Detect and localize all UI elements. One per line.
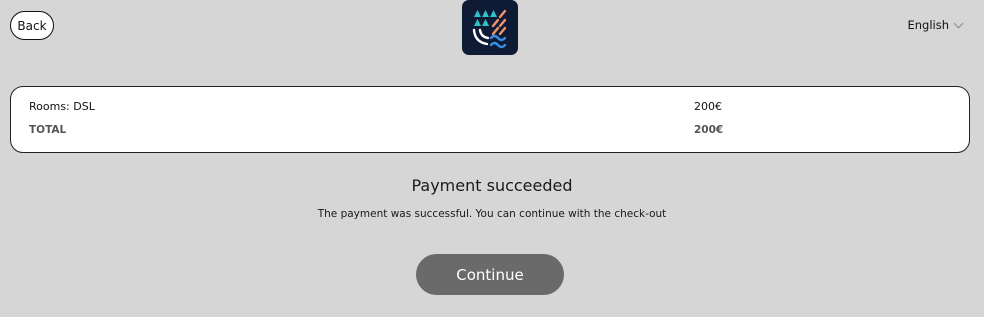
total-label: TOTAL (29, 124, 67, 136)
total-amount: 200€ (694, 124, 724, 136)
app-logo (462, 0, 518, 55)
language-label: English (907, 18, 949, 32)
item-name: Rooms: DSL (29, 99, 95, 113)
chevron-down-icon (953, 18, 964, 29)
summary-row: Rooms: DSL 200€ (29, 98, 969, 114)
order-summary: Rooms: DSL 200€ TOTAL 200€ (10, 86, 970, 153)
item-amount: 200€ (694, 99, 722, 113)
language-selector[interactable]: English (907, 18, 964, 32)
status-title: Payment succeeded (411, 176, 573, 195)
hotel-wave-logo-icon (472, 9, 507, 49)
summary-total-row: TOTAL 200€ (29, 122, 969, 138)
back-button[interactable]: Back (10, 11, 54, 40)
status-message: The payment was successful. You can cont… (317, 208, 667, 220)
continue-button[interactable]: Continue (416, 254, 564, 295)
